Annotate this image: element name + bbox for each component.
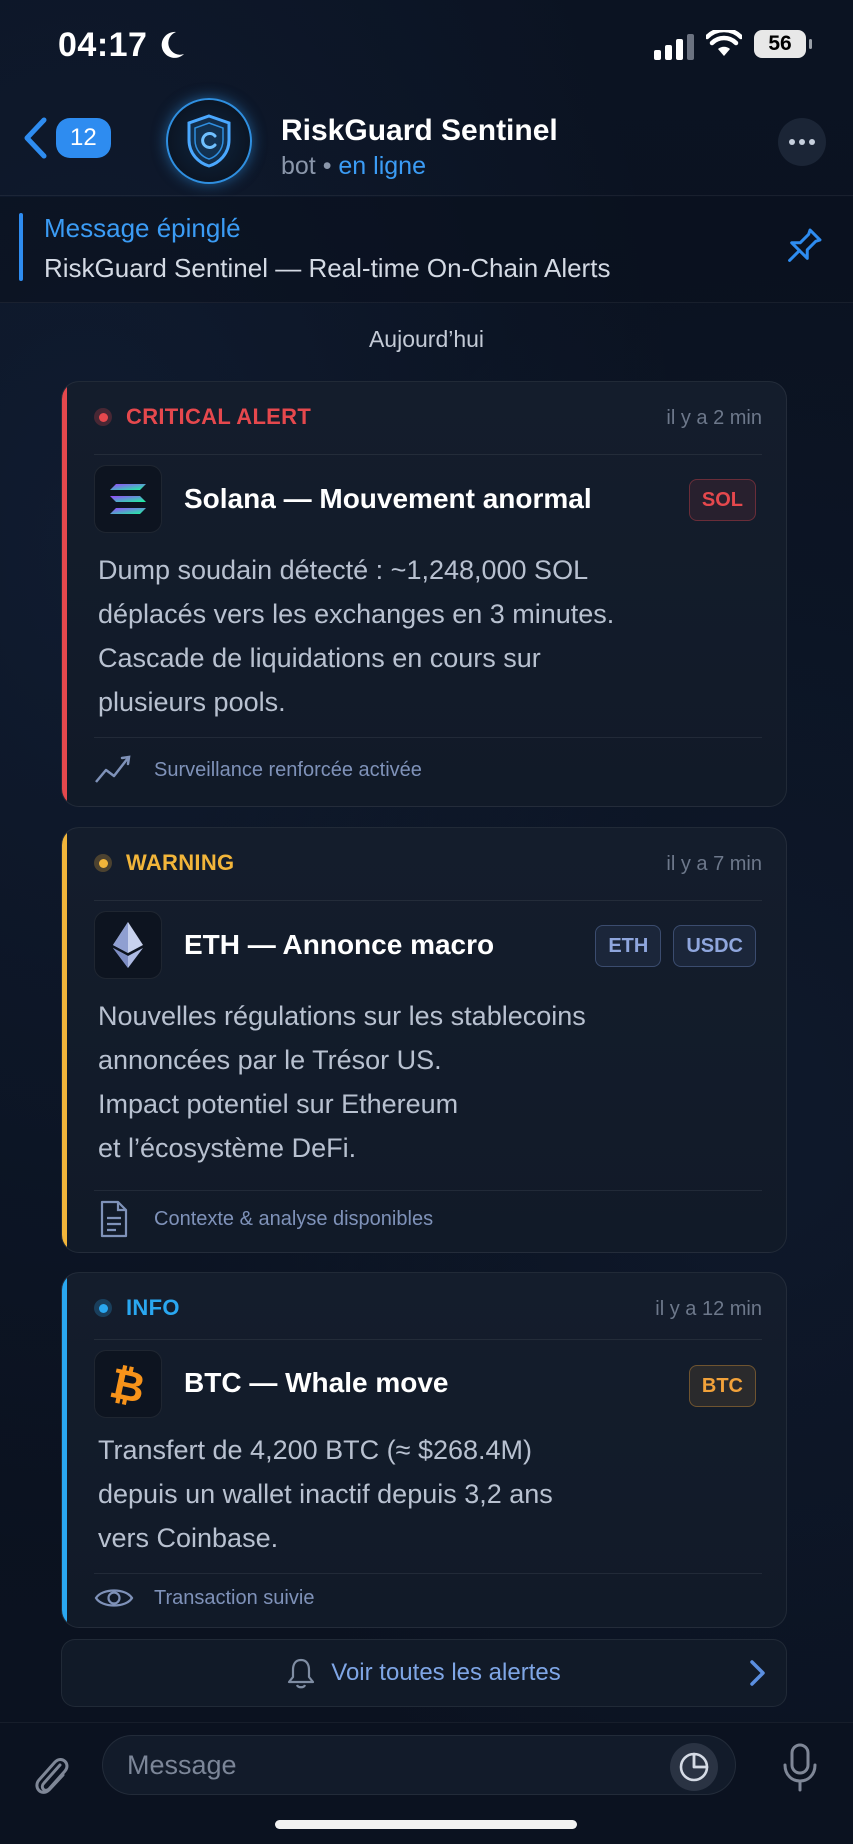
online-status: en ligne: [338, 152, 426, 180]
more-options-button[interactable]: [778, 118, 826, 166]
alert-body-line: Impact potentiel sur Ethereum: [98, 1089, 459, 1119]
divider: [94, 1339, 762, 1340]
alert-title: BTC — Whale move: [184, 1367, 449, 1398]
alert-body-line: depuis un wallet inactif depuis 3,2 ans: [98, 1479, 553, 1509]
alert-body-line: et l’écosystème DeFi.: [98, 1133, 357, 1163]
alert-body-line: annoncées par le Trésor US.: [98, 1045, 442, 1075]
alert-card-critical[interactable]: CRITICAL ALERT il y a 2 min Solana — Mou…: [61, 381, 787, 807]
alert-level-dot: [94, 408, 112, 426]
signal-icon: [654, 34, 694, 60]
alert-body-line: Transfert de 4,200 BTC (≈ $268.4M): [98, 1435, 533, 1465]
wifi-icon: [706, 30, 742, 56]
alert-footer: Contexte & analyse disponibles: [154, 1207, 434, 1230]
paperclip-icon[interactable]: [30, 1751, 72, 1797]
pin-icon[interactable]: [780, 224, 826, 270]
alert-level: INFO: [126, 1295, 180, 1320]
coin-tag[interactable]: SOL: [688, 479, 756, 521]
alert-body-line: Dump soudain détecté : ~1,248,000 SOL: [98, 555, 589, 585]
solana-icon: [94, 465, 162, 533]
divider: [94, 1190, 762, 1191]
pinned-message-bar[interactable]: Message épinglé RiskGuard Sentinel — Rea…: [0, 197, 853, 303]
chevron-right-icon: [750, 1660, 765, 1686]
microphone-icon[interactable]: [780, 1743, 820, 1793]
home-indicator: [275, 1820, 577, 1829]
alert-body-line: plusieurs pools.: [98, 687, 286, 717]
status-time: 04:17: [58, 26, 148, 64]
pinned-text: RiskGuard Sentinel — Real-time On-Chain …: [44, 253, 611, 283]
alert-time: il y a 12 min: [655, 1298, 762, 1320]
bell-icon: [288, 1658, 315, 1689]
bot-label: bot •: [281, 152, 332, 180]
alert-title: Solana — Mouvement anormal: [184, 483, 592, 514]
eye-icon: [94, 1589, 134, 1607]
divider: [94, 900, 762, 901]
message-input[interactable]: Message: [102, 1735, 736, 1795]
alert-level-dot: [94, 854, 112, 872]
date-separator: Aujourd’hui: [368, 326, 485, 352]
svg-text:₿: ₿: [106, 1360, 150, 1408]
see-all-label: Voir toutes les alertes: [331, 1659, 561, 1686]
trend-icon: [95, 755, 131, 783]
alert-card-warning[interactable]: WARNING il y a 7 min ETH — Annonce macro…: [61, 827, 787, 1253]
alert-level: CRITICAL ALERT: [126, 404, 312, 429]
divider: [94, 737, 762, 738]
alert-time: il y a 2 min: [666, 407, 762, 429]
status-bar: 04:17 56: [0, 0, 853, 92]
chat-header: 12 RiskGuard Sentinel bot • en ligne: [0, 92, 853, 196]
alert-title: ETH — Annonce macro: [184, 929, 495, 960]
sticker-icon[interactable]: [670, 1743, 718, 1791]
moon-icon: [161, 31, 184, 58]
coin-tag[interactable]: ETH: [595, 925, 662, 967]
alert-body-line: vers Coinbase.: [98, 1523, 279, 1553]
alert-footer: Transaction suivie: [154, 1586, 315, 1609]
coin-tag[interactable]: BTC: [688, 1365, 756, 1407]
back-button[interactable]: 12: [22, 116, 111, 160]
divider: [94, 1573, 762, 1574]
chevron-left-icon: [24, 117, 47, 159]
bitcoin-icon: ₿: [94, 1350, 162, 1418]
document-icon: [100, 1200, 128, 1238]
pinned-label: Message épinglé: [44, 213, 241, 243]
divider: [94, 454, 762, 455]
see-all-alerts-button[interactable]: Voir toutes les alertes: [61, 1639, 787, 1707]
unread-count-badge: 12: [56, 118, 111, 158]
alert-body-line: Nouvelles régulations sur les stablecoin…: [98, 1001, 586, 1031]
bot-avatar[interactable]: [166, 98, 252, 184]
alert-card-info[interactable]: INFO il y a 12 min ₿ BTC — Whale move BT…: [61, 1272, 787, 1628]
alert-body-line: déplacés vers les exchanges en 3 minutes…: [98, 599, 615, 629]
chat-title: RiskGuard Sentinel: [281, 114, 558, 147]
coin-tag[interactable]: USDC: [673, 925, 756, 967]
alert-stripe: [62, 828, 67, 1252]
alert-body-line: Cascade de liquidations en cours sur: [98, 643, 541, 673]
alert-level: WARNING: [126, 850, 235, 875]
alert-stripe: [62, 382, 67, 806]
alert-footer: Surveillance renforcée activée: [154, 758, 422, 781]
battery-indicator: 56: [754, 30, 812, 58]
shield-icon: [187, 114, 231, 168]
ethereum-icon: [94, 911, 162, 979]
alert-level-dot: [94, 1299, 112, 1317]
pinned-accent-bar: [19, 213, 23, 281]
alert-time: il y a 7 min: [666, 853, 762, 875]
alert-stripe: [62, 1273, 67, 1627]
chat-subtitle: bot • en ligne: [281, 152, 426, 181]
